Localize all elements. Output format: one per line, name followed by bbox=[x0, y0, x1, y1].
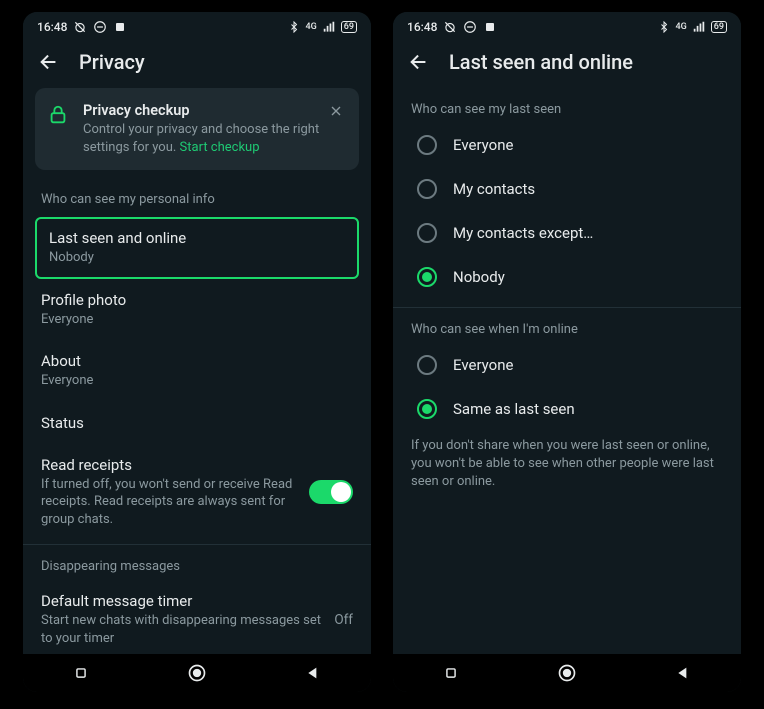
radio-icon bbox=[417, 267, 437, 287]
back-button[interactable] bbox=[407, 50, 431, 74]
battery-icon: 69 bbox=[711, 21, 727, 33]
signal-4g-label: 4G bbox=[676, 22, 687, 32]
row-status[interactable]: Status bbox=[23, 402, 371, 444]
row-last-seen[interactable]: Last seen and online Nobody bbox=[35, 217, 359, 279]
section-who-lastseen: Who can see my last seen bbox=[393, 88, 741, 123]
radio-lastseen-except[interactable]: My contacts except… bbox=[393, 211, 741, 255]
row-profile-photo[interactable]: Profile photo Everyone bbox=[23, 279, 371, 341]
privacy-screen: 16:48 4G 69 Pr bbox=[23, 12, 371, 692]
radio-lastseen-contacts[interactable]: My contacts bbox=[393, 167, 741, 211]
radio-lastseen-nobody[interactable]: Nobody bbox=[393, 255, 741, 299]
signal-icon bbox=[692, 20, 706, 34]
radio-online-everyone[interactable]: Everyone bbox=[393, 343, 741, 387]
page-title: Privacy bbox=[79, 50, 145, 74]
radio-icon bbox=[417, 179, 437, 199]
battery-icon: 69 bbox=[341, 21, 357, 33]
nav-back[interactable] bbox=[299, 659, 327, 687]
bluetooth-icon bbox=[657, 20, 671, 34]
radio-icon bbox=[417, 135, 437, 155]
section-disappearing: Disappearing messages bbox=[23, 545, 371, 580]
plus-icon bbox=[483, 20, 497, 34]
section-who-online: Who can see when I'm online bbox=[393, 308, 741, 343]
status-bar: 16:48 4G 69 bbox=[23, 12, 371, 42]
start-checkup-link[interactable]: Start checkup bbox=[180, 140, 260, 155]
privacy-info-text: If you don't share when you were last se… bbox=[393, 431, 741, 492]
alarm-off-icon bbox=[73, 20, 87, 34]
nav-home[interactable] bbox=[183, 659, 211, 687]
radio-icon bbox=[417, 223, 437, 243]
radio-lastseen-everyone[interactable]: Everyone bbox=[393, 123, 741, 167]
header: Privacy bbox=[23, 42, 371, 88]
lock-icon bbox=[47, 104, 69, 130]
radio-icon bbox=[417, 355, 437, 375]
dnd-icon bbox=[463, 20, 477, 34]
row-default-timer[interactable]: Default message timer Start new chats wi… bbox=[23, 580, 371, 654]
nav-home[interactable] bbox=[553, 659, 581, 687]
status-bar: 16:48 4G 69 bbox=[393, 12, 741, 42]
page-title: Last seen and online bbox=[449, 50, 633, 74]
back-button[interactable] bbox=[37, 50, 61, 74]
section-personal-info: Who can see my personal info bbox=[23, 178, 371, 213]
dnd-icon bbox=[93, 20, 107, 34]
last-seen-screen: 16:48 4G 69 La bbox=[393, 12, 741, 692]
radio-online-same[interactable]: Same as last seen bbox=[393, 387, 741, 431]
checkup-subtitle: Control your privacy and choose the righ… bbox=[83, 121, 347, 156]
android-navbar bbox=[23, 654, 371, 692]
plus-icon bbox=[113, 20, 127, 34]
bluetooth-icon bbox=[287, 20, 301, 34]
read-receipts-toggle[interactable] bbox=[309, 480, 353, 504]
nav-recent[interactable] bbox=[437, 659, 465, 687]
close-icon[interactable] bbox=[325, 100, 347, 122]
row-about[interactable]: About Everyone bbox=[23, 340, 371, 402]
header: Last seen and online bbox=[393, 42, 741, 88]
privacy-checkup-card[interactable]: Privacy checkup Control your privacy and… bbox=[35, 88, 359, 170]
row-read-receipts: Read receipts If turned off, you won't s… bbox=[23, 444, 371, 541]
alarm-off-icon bbox=[443, 20, 457, 34]
android-navbar bbox=[393, 654, 741, 692]
status-time: 16:48 bbox=[407, 20, 437, 34]
nav-recent[interactable] bbox=[67, 659, 95, 687]
signal-4g-label: 4G bbox=[306, 22, 317, 32]
status-time: 16:48 bbox=[37, 20, 67, 34]
checkup-title: Privacy checkup bbox=[83, 102, 347, 119]
radio-icon bbox=[417, 399, 437, 419]
nav-back[interactable] bbox=[669, 659, 697, 687]
signal-icon bbox=[322, 20, 336, 34]
